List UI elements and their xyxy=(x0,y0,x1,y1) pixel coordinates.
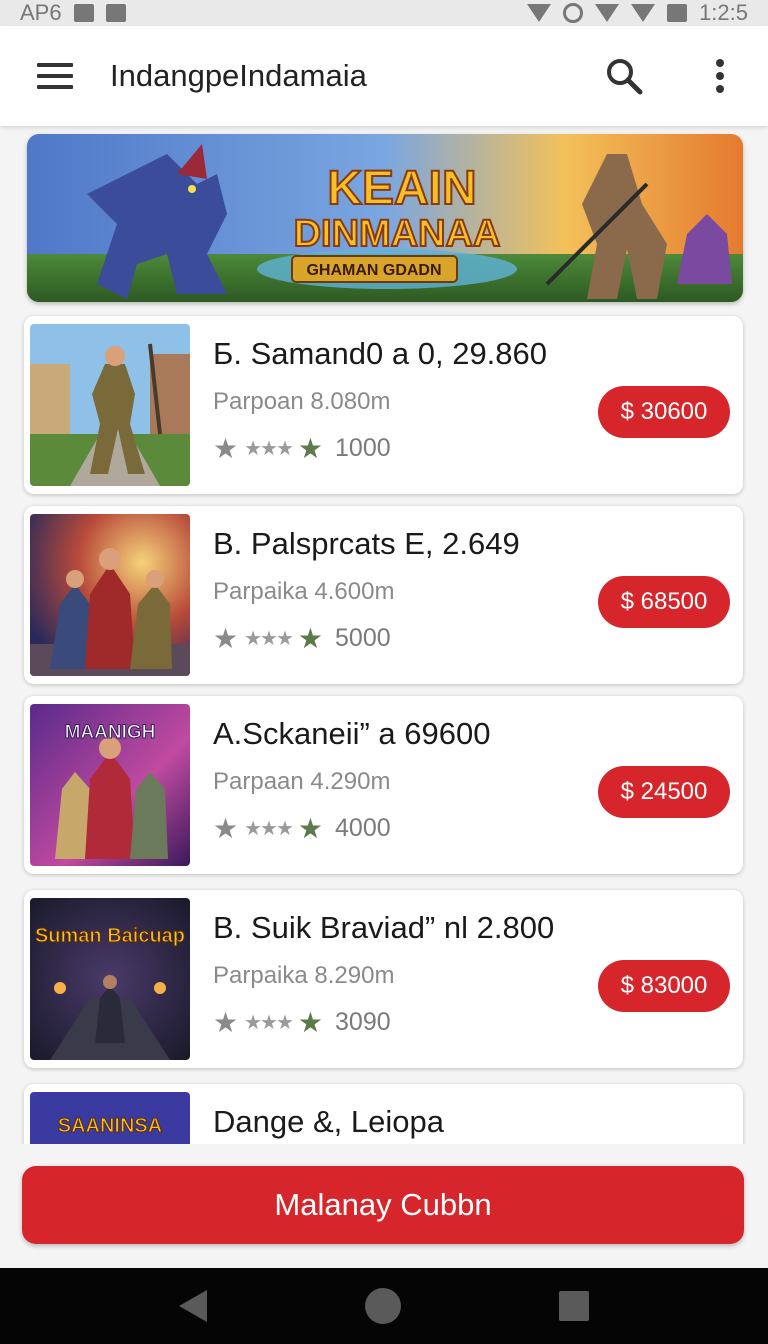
item-rating: ★ ★★★ ★ 4000 xyxy=(213,814,391,843)
price-button[interactable]: $ 24500 xyxy=(598,766,730,818)
thumb-title: SAANINSA xyxy=(58,1115,162,1137)
item-subtitle: Parpaan 4.290m xyxy=(213,768,391,795)
star-icon: ★ xyxy=(213,432,239,464)
item-rating: ★ ★★★ ★ 3090 xyxy=(213,1008,391,1037)
item-thumbnail xyxy=(30,324,190,486)
item-thumbnail: Suman Baicuap xyxy=(30,898,190,1060)
star-icon: ★★★ xyxy=(244,1011,294,1034)
item-thumbnail xyxy=(30,514,190,676)
system-nav-bar xyxy=(0,1268,768,1344)
item-title: Dange &, Leiopa xyxy=(213,1104,444,1139)
menu-button[interactable] xyxy=(0,26,110,126)
app-title: IndangpeIndamaia xyxy=(110,58,367,93)
signal-icon xyxy=(527,4,552,22)
list-item[interactable]: MAANIGH A.Sckaneii” a 69600 Parpaan 4.29… xyxy=(24,696,743,874)
list-item[interactable]: Suman Baicuap B. Suik Braviad” nl 2.800 … xyxy=(24,890,743,1068)
game-list: Б. Samand0 a 0, 29.860 Parpoan 8.080m ★ … xyxy=(0,312,768,1144)
rating-count: 3090 xyxy=(335,1008,391,1036)
star-icon: ★ xyxy=(213,1006,239,1038)
star-icon: ★ xyxy=(297,432,324,464)
back-icon[interactable] xyxy=(179,1290,207,1322)
carrier-text: AP6 xyxy=(20,0,62,25)
item-title: Б. Samand0 a 0, 29.860 xyxy=(213,336,548,371)
battery-icon xyxy=(667,4,688,22)
search-button[interactable] xyxy=(576,26,672,126)
item-title: B. Palsprcats E, 2.649 xyxy=(213,526,520,561)
item-subtitle: Parpaika 8.290m xyxy=(213,962,395,989)
thumb-title: Suman Baicuap xyxy=(35,925,185,947)
rating-count: 4000 xyxy=(335,814,391,842)
star-icon: ★ xyxy=(297,812,324,844)
item-thumbnail: MAANIGH xyxy=(30,704,190,866)
notification-icon xyxy=(73,4,94,22)
item-subtitle: Parpaika 4.600m xyxy=(213,578,395,605)
wifi-icon xyxy=(595,4,620,22)
app-bar: IndangpeIndamaia xyxy=(0,26,768,126)
item-title: A.Sckaneii” a 69600 xyxy=(213,716,491,751)
alarm-icon xyxy=(563,3,584,23)
price-button[interactable]: $ 68500 xyxy=(598,576,730,628)
star-icon: ★★★ xyxy=(244,627,294,650)
star-icon: ★★★ xyxy=(244,817,294,840)
more-vert-icon xyxy=(716,59,724,93)
cell-signal-icon xyxy=(631,4,656,22)
price-button[interactable]: $ 30600 xyxy=(598,386,730,438)
notification-icon xyxy=(105,4,126,22)
item-rating: ★ ★★★ ★ 1000 xyxy=(213,434,391,463)
rating-count: 1000 xyxy=(335,434,391,462)
home-icon[interactable] xyxy=(365,1288,401,1324)
star-icon: ★ xyxy=(213,812,239,844)
star-icon: ★ xyxy=(297,622,324,654)
list-item[interactable]: B. Palsprcats E, 2.649 Parpaika 4.600m ★… xyxy=(24,506,743,684)
banner-title-1: KEAIN xyxy=(327,162,476,215)
promo-banner[interactable]: KEAIN DINMANAA GHAMAN GDADN xyxy=(27,134,743,302)
rating-count: 5000 xyxy=(335,624,391,652)
recents-icon[interactable] xyxy=(559,1291,589,1321)
banner-subtitle: GHAMAN GDADN xyxy=(306,262,441,279)
star-icon: ★ xyxy=(297,1006,324,1038)
menu-icon xyxy=(37,63,73,89)
item-title: B. Suik Braviad” nl 2.800 xyxy=(213,910,555,945)
search-icon xyxy=(607,59,643,95)
list-item[interactable]: Б. Samand0 a 0, 29.860 Parpoan 8.080m ★ … xyxy=(24,316,743,494)
list-item[interactable]: SAANINSA Dange &, Leiopa xyxy=(24,1084,743,1144)
banner-title-2: DINMANAA xyxy=(294,213,501,255)
banner-artwork: KEAIN DINMANAA GHAMAN GDADN xyxy=(27,134,743,302)
price-button[interactable]: $ 83000 xyxy=(598,960,730,1012)
bottom-panel: Malanay Cubbn xyxy=(0,1144,768,1268)
item-rating: ★ ★★★ ★ 5000 xyxy=(213,624,391,653)
item-subtitle: Parpoan 8.080m xyxy=(213,388,391,415)
status-bar: AP6 1:2:5 xyxy=(0,0,768,26)
star-icon: ★★★ xyxy=(244,437,294,460)
thumb-title: MAANIGH xyxy=(65,722,156,743)
star-icon: ★ xyxy=(213,622,239,654)
item-thumbnail: SAANINSA xyxy=(30,1092,190,1144)
overflow-menu-button[interactable] xyxy=(672,26,768,126)
clock-text: 1:2:5 xyxy=(699,0,748,25)
primary-cta-button[interactable]: Malanay Cubbn xyxy=(22,1166,744,1244)
